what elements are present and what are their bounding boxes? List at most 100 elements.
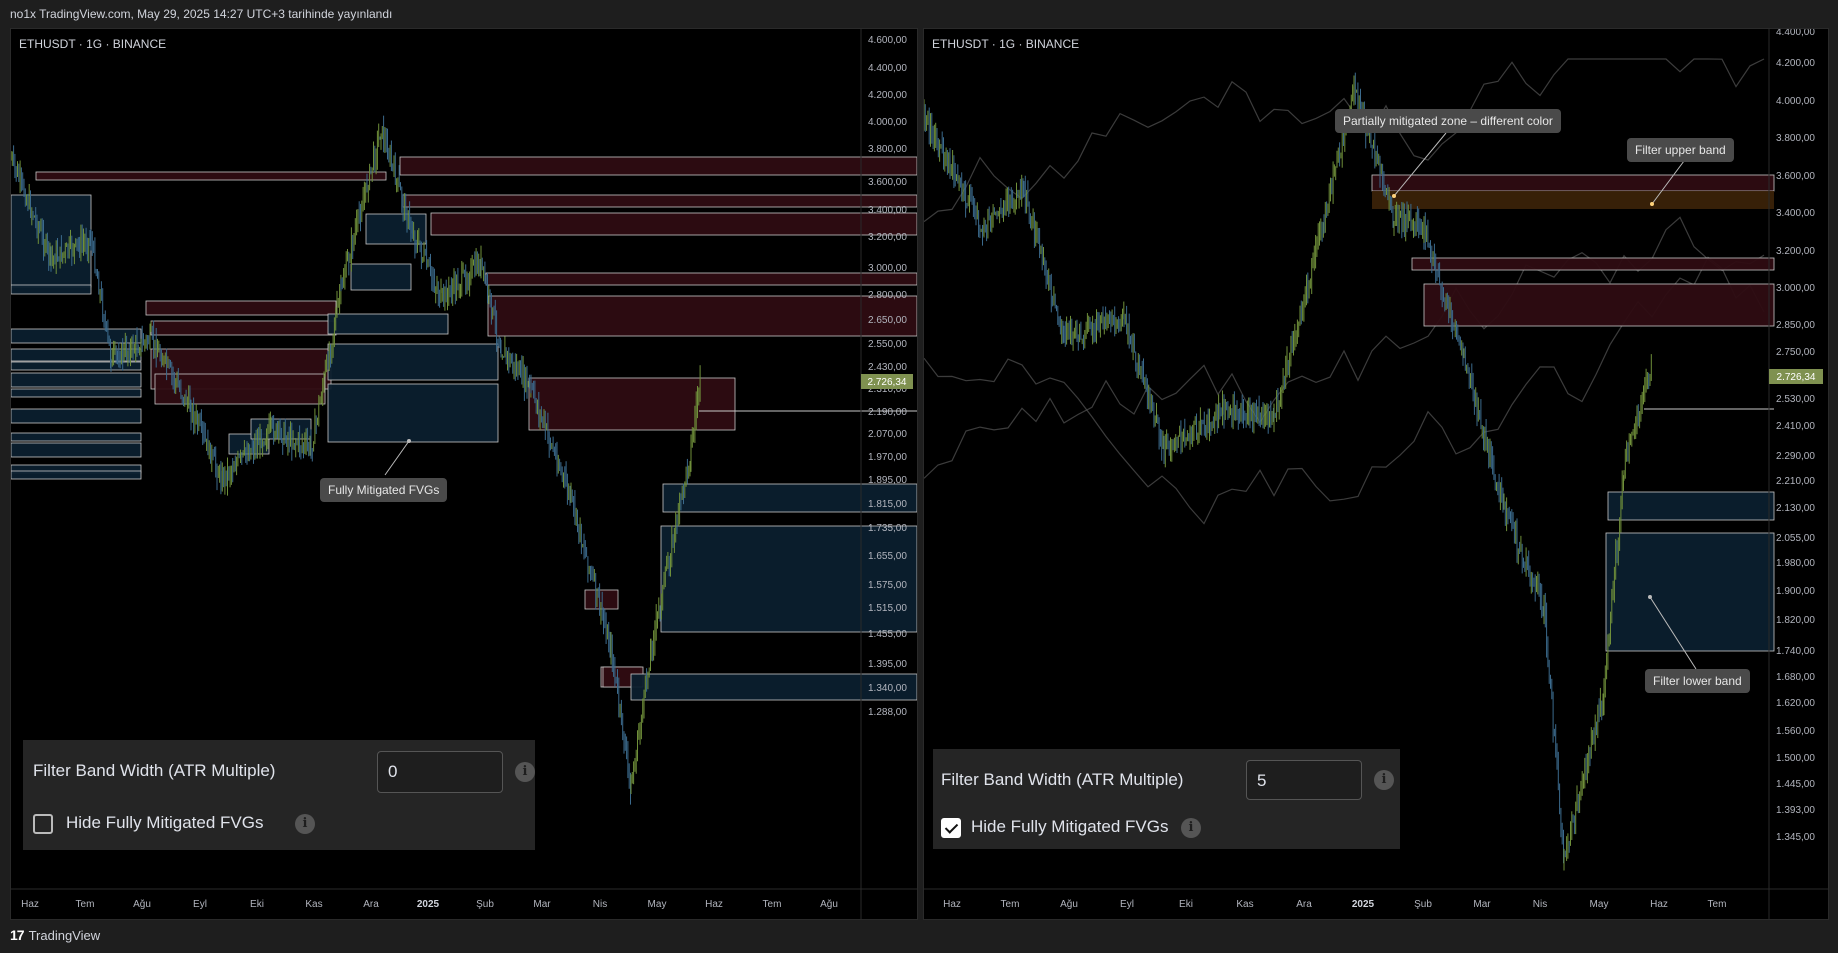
hide-mitigated-checkbox[interactable] <box>941 818 961 838</box>
price-tick-label: 2.130,00 <box>1776 503 1815 514</box>
settings-overlay-left: Filter Band Width (ATR Multiple) 0 i Hid… <box>23 740 535 850</box>
fvg-bear-zone <box>35 171 387 181</box>
time-tick-label: May <box>648 899 667 910</box>
filter-band-label: Filter Band Width (ATR Multiple) <box>33 761 276 780</box>
fvg-bear-zone <box>1423 283 1775 327</box>
brand[interactable]: 17 TradingView <box>10 927 100 943</box>
price-tick-label: 1.340,00 <box>868 683 907 694</box>
price-tick-label: 1.735,00 <box>868 523 907 534</box>
price-tick-label: 3.800,00 <box>1776 133 1815 144</box>
filter-band-label: Filter Band Width (ATR Multiple) <box>941 770 1184 789</box>
price-tick-label: 3.600,00 <box>868 177 907 188</box>
price-tick-label: 1.500,00 <box>1776 753 1815 764</box>
time-tick-label: Haz <box>705 899 723 910</box>
fvg-bull-zone <box>11 408 142 424</box>
price-tick-label: 1.560,00 <box>1776 726 1815 737</box>
time-tick-label: Şub <box>476 899 494 910</box>
annotation-partial-zone: Partially mitigated zone – different col… <box>1335 109 1561 133</box>
time-tick-label: Tem <box>76 899 95 910</box>
tradingview-logo-icon: 17 <box>10 927 25 943</box>
fvg-bull-zone <box>660 525 917 633</box>
symbol-label: ETHUSDT · 1G · BINANCE <box>19 37 167 51</box>
time-tick-label: Eki <box>250 899 264 910</box>
price-tick-label: 2.550,00 <box>868 339 907 350</box>
price-tick-label: 1.288,00 <box>868 707 907 718</box>
price-tick-label: 2.850,00 <box>1776 320 1815 331</box>
time-tick-label: May <box>1590 899 1609 910</box>
time-tick-label: Mar <box>1473 899 1491 910</box>
price-tick-label: 1.575,00 <box>868 580 907 591</box>
price-tick-label: 1.820,00 <box>1776 615 1815 626</box>
fvg-bull-zone <box>350 263 412 291</box>
fvg-bear-zone <box>485 272 917 286</box>
price-tick-label: 2.290,00 <box>1776 451 1815 462</box>
brand-name: TradingView <box>28 927 101 943</box>
price-tick-label: 1.655,00 <box>868 551 907 562</box>
time-tick-label: Haz <box>943 899 961 910</box>
filter-band-line <box>924 216 1765 479</box>
time-tick-label: Mar <box>533 899 551 910</box>
price-tick-label: 1.680,00 <box>1776 672 1815 683</box>
fvg-bear-zone <box>584 589 619 610</box>
filter-band-input[interactable]: 5 <box>1246 760 1362 800</box>
price-tick-label: 1.515,00 <box>868 603 907 614</box>
price-tick-label: 1.980,00 <box>1776 558 1815 569</box>
chart-panel-left[interactable]: 4.600,00 4.400,00 4.200,00 4.000,00 3.800,00… <box>10 28 918 920</box>
time-tick-label: Kas <box>1236 899 1253 910</box>
annotation-anchor <box>1392 194 1396 198</box>
time-tick-label: Ağu <box>1060 899 1078 910</box>
price-tick-label: 4.400,00 <box>1776 29 1815 38</box>
last-price-label: 2.726,34 <box>1777 372 1816 383</box>
price-tick-label: 3.000,00 <box>868 263 907 274</box>
price-tick-label: 2.210,00 <box>1776 476 1815 487</box>
price-tick-label: 2.800,00 <box>868 290 907 301</box>
annotation-anchor <box>1648 595 1652 599</box>
time-tick-label: Haz <box>21 899 39 910</box>
price-tick-label: 4.200,00 <box>868 90 907 101</box>
annotation-anchor <box>407 439 411 443</box>
symbol-label: ETHUSDT · 1G · BINANCE <box>932 37 1080 51</box>
price-tick-label: 3.000,00 <box>1776 283 1815 294</box>
fvg-bear-zone <box>430 212 917 236</box>
hide-mitigated-label: Hide Fully Mitigated FVGs <box>66 813 264 832</box>
fvg-bull-zone <box>11 470 142 480</box>
fvg-bear-zone <box>145 300 337 316</box>
price-tick-label: 4.000,00 <box>868 117 907 128</box>
price-tick-label: 1.895,00 <box>868 475 907 486</box>
filter-band-input[interactable]: 0 <box>377 751 503 793</box>
fvg-bull-zone <box>1607 491 1775 521</box>
price-tick-label: 4.400,00 <box>868 63 907 74</box>
time-tick-label: Eyl <box>1120 899 1134 910</box>
annotation-lower-band: Filter lower band <box>1645 669 1750 693</box>
info-icon[interactable]: i <box>1374 770 1394 790</box>
published-text: no1x TradingView.com, May 29, 2025 14:27… <box>10 7 393 21</box>
time-tick-label: 2025 <box>417 899 440 910</box>
fvg-bull-zone <box>1605 532 1775 652</box>
info-icon[interactable]: i <box>1181 818 1201 838</box>
price-tick-label: 1.815,00 <box>868 499 907 510</box>
time-tick-label: Nis <box>1533 899 1547 910</box>
time-tick-label: Şub <box>1414 899 1432 910</box>
price-tick-label: 1.620,00 <box>1776 698 1815 709</box>
fvg-partial-zone <box>1372 191 1774 209</box>
price-tick-label: 2.750,00 <box>1776 347 1815 358</box>
fvg-bear-zone <box>528 377 736 431</box>
footer-bar: 17 TradingView <box>0 920 1838 953</box>
price-tick-label: 2.430,00 <box>868 362 907 373</box>
fvg-bull-zone <box>11 284 92 295</box>
info-icon[interactable]: i <box>515 762 535 782</box>
hide-mitigated-checkbox[interactable] <box>33 814 53 834</box>
fvg-bull-zone <box>327 313 449 335</box>
time-tick-label: Ara <box>363 899 379 910</box>
price-tick-label: 3.200,00 <box>868 232 907 243</box>
annotation-fully-mitigated: Fully Mitigated FVGs <box>320 478 448 502</box>
time-tick-label: Ara <box>1296 899 1312 910</box>
price-tick-label: 4.000,00 <box>1776 96 1815 107</box>
price-tick-label: 1.393,00 <box>1776 805 1815 816</box>
info-icon[interactable]: i <box>295 814 315 834</box>
price-tick-label: 4.600,00 <box>868 35 907 46</box>
time-tick-label: Ağu <box>820 899 838 910</box>
time-tick-label: 2025 <box>1352 899 1375 910</box>
chart-panel-right[interactable]: 4.400,00 4.200,00 4.000,00 3.800,00 3.600,00… <box>923 28 1829 920</box>
price-tick-label: 4.200,00 <box>1776 58 1815 69</box>
